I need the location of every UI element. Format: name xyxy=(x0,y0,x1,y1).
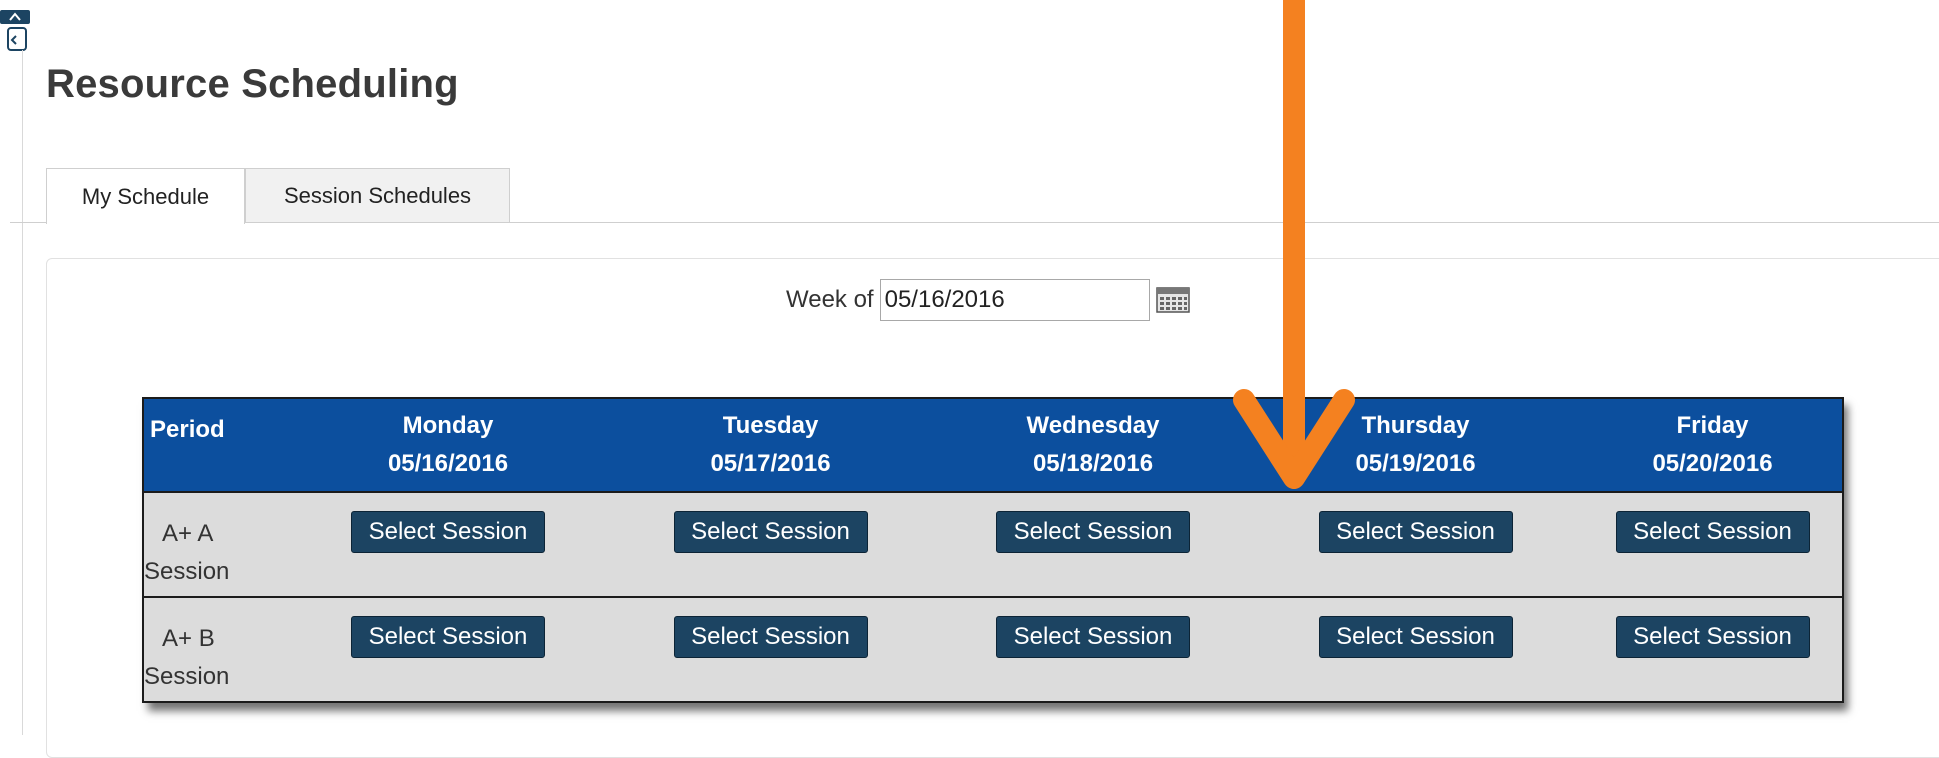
day-header-friday: Friday 05/20/2016 xyxy=(1652,412,1773,477)
select-session-button[interactable]: Select Session xyxy=(673,511,868,553)
period-cell: A+ B Session xyxy=(143,596,293,702)
select-session-button[interactable]: Select Session xyxy=(1318,511,1513,553)
select-session-button[interactable]: Select Session xyxy=(1615,511,1810,553)
week-date-input[interactable] xyxy=(879,279,1150,321)
day-header-monday: Monday 05/16/2016 xyxy=(387,412,509,477)
table-row: A+ A Session Select Session Select Sessio… xyxy=(143,491,1843,597)
week-label: Week of xyxy=(786,286,874,313)
select-session-button[interactable]: Select Session xyxy=(1318,616,1513,658)
select-session-button[interactable]: Select Session xyxy=(996,511,1190,553)
schedule-header-row: Period Monday 05/16/2016 Tuesday 05/17/201… xyxy=(143,398,1843,492)
collapse-toggle-icon[interactable] xyxy=(0,0,36,55)
select-session-button[interactable]: Select Session xyxy=(1615,616,1810,658)
select-session-button[interactable]: Select Session xyxy=(351,511,545,553)
day-header-wednesday: Wednesday 05/18/2016 xyxy=(1026,412,1160,477)
table-row: A+ B Session Select Session Select Sessio… xyxy=(143,596,1843,702)
day-header-tuesday: Tuesday 05/17/2016 xyxy=(710,412,831,477)
day-header-thursday: Thursday 05/19/2016 xyxy=(1355,412,1476,477)
calendar-icon[interactable] xyxy=(1155,287,1190,313)
tab-my-schedule[interactable]: My Schedule xyxy=(46,168,245,224)
tab-divider xyxy=(10,222,1939,223)
select-session-button[interactable]: Select Session xyxy=(996,616,1190,658)
left-border xyxy=(22,50,23,735)
period-cell: A+ A Session xyxy=(143,491,293,597)
select-session-button[interactable]: Select Session xyxy=(351,616,545,658)
schedule-table-container: Period Monday 05/16/2016 Tuesday 05/17/201… xyxy=(142,397,1844,703)
schedule-table: Period Monday 05/16/2016 Tuesday 05/17/201… xyxy=(142,397,1844,703)
week-selector: Week of xyxy=(786,278,1190,322)
period-header: Period xyxy=(150,416,225,443)
select-session-button[interactable]: Select Session xyxy=(673,616,868,658)
page-title: Resource Scheduling xyxy=(46,62,459,106)
tab-session-schedules[interactable]: Session Schedules xyxy=(245,168,510,222)
